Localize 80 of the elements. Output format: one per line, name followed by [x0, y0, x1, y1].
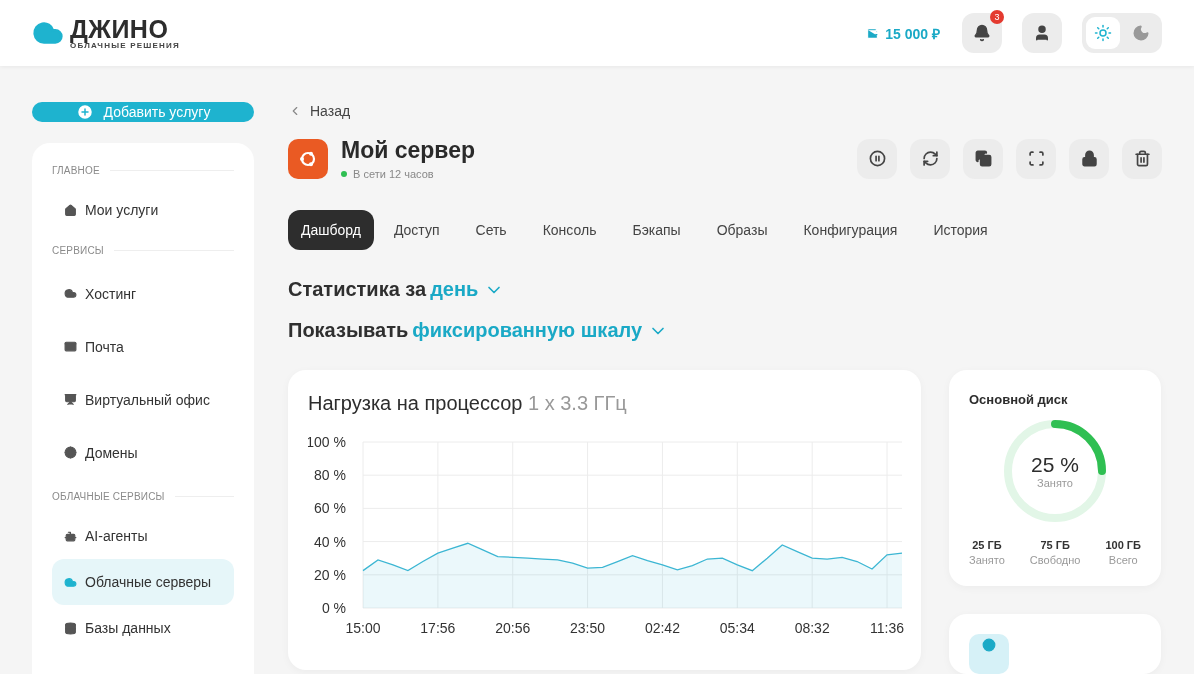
nav-icon: [64, 393, 77, 406]
section-heading: ОБЛАЧНЫЕ СЕРВИСЫ: [52, 490, 165, 502]
delete-button[interactable]: [1122, 138, 1162, 179]
restart-icon: [921, 150, 939, 167]
axis-label: 40 %: [314, 533, 346, 550]
restart-button[interactable]: [910, 138, 950, 179]
tab[interactable]: История: [920, 210, 1001, 250]
nav-icon: [64, 621, 77, 635]
sidebar-item[interactable]: Облачные серверы: [52, 559, 234, 605]
tab[interactable]: Сеть: [462, 210, 520, 250]
disk-title: Основной диск: [969, 392, 1069, 407]
tab[interactable]: Консоль: [529, 210, 610, 250]
os-logo-icon: [288, 138, 328, 179]
bell-icon: [973, 24, 991, 42]
sidebar-item[interactable]: Почта: [52, 320, 234, 373]
axis-label: 60 %: [314, 500, 346, 517]
disk-stat-caption: Свободно: [1029, 554, 1081, 566]
user-icon: [1033, 24, 1051, 42]
sidebar-item[interactable]: Виртуальный офис: [52, 373, 234, 426]
delete-icon: [1133, 150, 1151, 167]
nav-icon: [64, 287, 77, 300]
nav-icon: [64, 203, 77, 217]
lock-button[interactable]: [1069, 138, 1109, 179]
wallet-icon: [866, 26, 880, 40]
sidebar-item[interactable]: Базы данных: [52, 605, 234, 651]
sidebar-item[interactable]: Хостинг: [52, 267, 234, 320]
server-status: В сети 12 часов: [353, 168, 434, 180]
axis-label: 20:56: [495, 620, 531, 636]
nav-icon: [64, 529, 77, 543]
notifications-button[interactable]: 3: [962, 13, 1002, 53]
plus-icon: [75, 103, 94, 121]
nav-icon: [64, 340, 77, 353]
notification-badge: 3: [990, 10, 1004, 24]
section-heading: СЕРВИСЫ: [52, 244, 104, 256]
disk-stat-value: 100 ГБ: [1105, 539, 1141, 551]
sidebar-item[interactable]: AI-агенты: [52, 513, 234, 559]
profile-button[interactable]: [1022, 13, 1062, 53]
tab[interactable]: Образы: [703, 210, 781, 250]
nav-icon: [64, 575, 77, 589]
tab[interactable]: Доступ: [380, 210, 453, 250]
axis-label: 02:42: [644, 620, 680, 636]
back-link[interactable]: Назад: [288, 102, 1162, 119]
axis-label: 80 %: [314, 467, 346, 484]
copy-icon: [974, 150, 992, 167]
screen-button[interactable]: [1016, 138, 1056, 179]
filter-label: Статистика за: [288, 278, 427, 301]
cpu-spec: 1 x 3.3 ГГц: [528, 392, 627, 414]
axis-label: 15:00: [345, 620, 381, 636]
sidebar-item[interactable]: Домены: [52, 426, 234, 479]
disk-percent: 25 %: [1031, 453, 1079, 477]
axis-label: 100 %: [308, 434, 346, 450]
disk-stat-value: 25 ГБ: [972, 539, 1002, 551]
disk-caption: Занято: [1037, 477, 1073, 489]
sidebar-item[interactable]: Мои услуги: [52, 187, 234, 233]
nav-icon: [64, 446, 77, 459]
tab[interactable]: Бэкапы: [619, 210, 694, 250]
logo-name: ДЖИНО: [70, 16, 170, 41]
pause-icon: [868, 150, 886, 167]
server-name: Мой сервер: [341, 137, 476, 164]
filter-label: Показывать: [288, 319, 409, 342]
screen-icon: [1027, 150, 1045, 167]
section-heading: ГЛАВНОЕ: [52, 164, 100, 176]
sun-icon: [1094, 24, 1112, 42]
disk-stat-caption: Занято: [969, 554, 1005, 566]
pause-button[interactable]: [857, 138, 897, 179]
disk-stat-caption: Всего: [1108, 554, 1138, 566]
lock-icon: [1080, 150, 1098, 167]
axis-label: 23:50: [570, 620, 606, 636]
axis-label: 11:36: [870, 620, 905, 636]
tab[interactable]: Дашборд: [288, 210, 374, 250]
moon-icon: [1132, 24, 1150, 42]
axis-label: 0 %: [321, 600, 346, 616]
axis-label: 05:34: [719, 620, 755, 636]
axis-label: 08:32: [794, 620, 830, 636]
disk-stat-value: 75 ГБ: [1040, 539, 1070, 551]
axis-label: 17:56: [420, 620, 456, 636]
tab[interactable]: Конфигурация: [790, 210, 911, 250]
cpu-title: Нагрузка на процессор: [308, 392, 523, 414]
axis-label: 20 %: [314, 566, 346, 583]
copy-button[interactable]: [963, 138, 1003, 179]
